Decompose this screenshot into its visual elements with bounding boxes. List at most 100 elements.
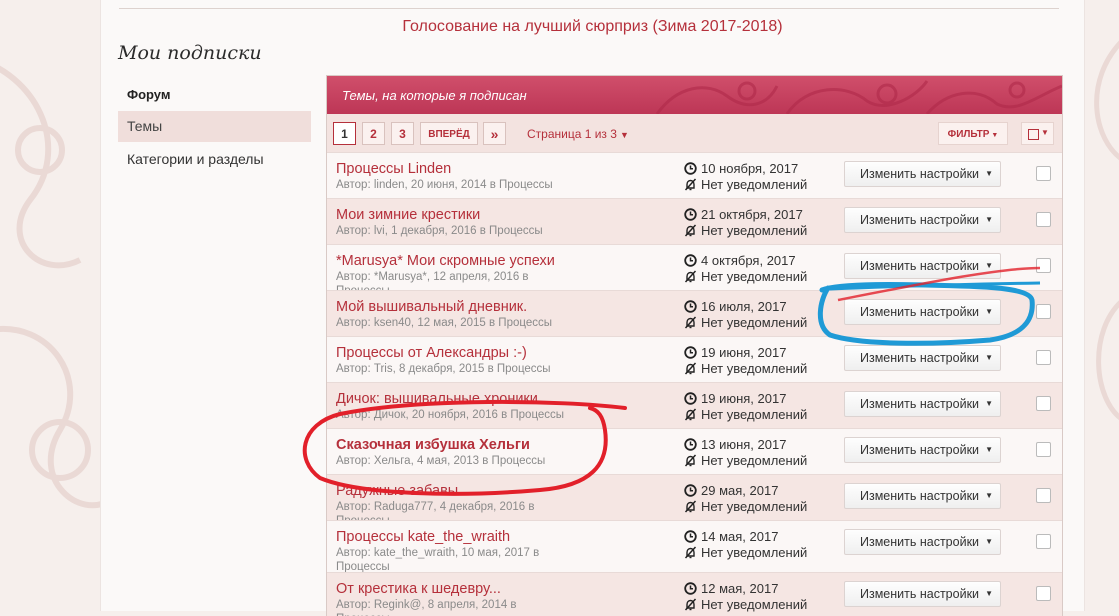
caret-down-icon: ▼: [985, 307, 993, 316]
last-post-date: 19 июня, 2017: [684, 391, 786, 406]
clock-icon: [684, 162, 697, 175]
sidebar-item-topics[interactable]: Темы: [118, 111, 311, 142]
change-settings-button[interactable]: Изменить настройки ▼: [844, 253, 1001, 279]
bell-slash-icon: [684, 178, 697, 191]
change-settings-label: Изменить настройки: [860, 489, 980, 503]
thread-meta: Автор: Regink@, 8 апреля, 2014 в Процесс…: [336, 599, 517, 616]
notification-status: Нет уведомлений: [684, 453, 807, 468]
row-checkbox[interactable]: [1036, 258, 1051, 273]
notification-status: Нет уведомлений: [684, 223, 807, 238]
change-settings-label: Изменить настройки: [860, 213, 980, 227]
date-text: 19 июня, 2017: [701, 391, 787, 406]
thread-title-link[interactable]: Сказочная избушка Хельги: [336, 437, 530, 453]
page-3-button[interactable]: 3: [391, 122, 414, 145]
thread-meta: Автор: linden, 20 июня, 2014 в Процессы: [336, 179, 553, 191]
thread-title-link[interactable]: Процессы Linden: [336, 161, 451, 177]
thread-title-link[interactable]: От крестика к шедевру...: [336, 581, 501, 597]
filter-button[interactable]: ФИЛЬТР ▼: [938, 122, 1008, 145]
caret-down-icon: ▼: [985, 399, 993, 408]
change-settings-button[interactable]: Изменить настройки ▼: [844, 391, 1001, 417]
row-checkbox[interactable]: [1036, 534, 1051, 549]
change-settings-button[interactable]: Изменить настройки ▼: [844, 207, 1001, 233]
thread-meta: Автор: ksen40, 12 мая, 2015 в Процессы: [336, 317, 552, 329]
page-title: Мои подписки: [118, 42, 262, 64]
thread-title-link[interactable]: Мой вышивальный дневник.: [336, 299, 527, 315]
thread-meta: Автор: lvi, 1 декабря, 2016 в Процессы: [336, 225, 543, 237]
change-settings-button[interactable]: Изменить настройки ▼: [844, 299, 1001, 325]
change-settings-button[interactable]: Изменить настройки ▼: [844, 161, 1001, 187]
date-text: 21 октября, 2017: [701, 207, 803, 222]
row-checkbox[interactable]: [1036, 442, 1051, 457]
date-text: 16 июля, 2017: [701, 299, 787, 314]
announcement-link[interactable]: Голосование на лучший сюрприз (Зима 2017…: [101, 18, 1084, 36]
thread-title-link[interactable]: Дичок: вышивальные хроники: [336, 391, 538, 407]
notification-status: Нет уведомлений: [684, 407, 807, 422]
change-settings-label: Изменить настройки: [860, 305, 980, 319]
change-settings-button[interactable]: Изменить настройки ▼: [844, 581, 1001, 607]
notification-status: Нет уведомлений: [684, 499, 807, 514]
thread-meta: Автор: Хельга, 4 мая, 2013 в Процессы: [336, 455, 546, 467]
divider: [119, 8, 1059, 9]
thread-title-link[interactable]: *Marusya* Мои скромные успехи: [336, 253, 555, 269]
notif-text: Нет уведомлений: [701, 361, 808, 376]
page-2-button[interactable]: 2: [362, 122, 385, 145]
last-post-date: 14 мая, 2017: [684, 529, 778, 544]
select-all-dropdown[interactable]: ▼: [1021, 122, 1054, 145]
thread-title-link[interactable]: Процессы kate_the_wraith: [336, 529, 510, 545]
date-text: 4 октября, 2017: [701, 253, 796, 268]
caret-down-icon: ▼: [1041, 128, 1049, 137]
notif-text: Нет уведомлений: [701, 177, 808, 192]
row-checkbox[interactable]: [1036, 166, 1051, 181]
caret-down-icon: ▼: [985, 445, 993, 454]
clock-icon: [684, 254, 697, 267]
sidebar-heading: Форум: [127, 87, 171, 102]
notif-text: Нет уведомлений: [701, 315, 808, 330]
filter-label: ФИЛЬТР: [947, 129, 990, 140]
row-checkbox[interactable]: [1036, 488, 1051, 503]
notification-status: Нет уведомлений: [684, 315, 807, 330]
next-page-button[interactable]: ВПЕРЁД: [420, 122, 478, 145]
row-checkbox[interactable]: [1036, 586, 1051, 601]
panel-title: Темы, на которые я подписан: [342, 88, 527, 103]
thread-row: Процессы kate_the_wraith Автор: kate_the_…: [327, 520, 1062, 573]
thread-title-link[interactable]: Мои зимние крестики: [336, 207, 480, 223]
clock-icon: [684, 582, 697, 595]
main-content: Голосование на лучший сюрприз (Зима 2017…: [100, 0, 1085, 616]
change-settings-label: Изменить настройки: [860, 351, 980, 365]
thread-title-link[interactable]: Радужные забавы: [336, 483, 458, 499]
notif-text: Нет уведомлений: [701, 269, 808, 284]
caret-down-icon: ▼: [985, 353, 993, 362]
thread-row: Сказочная избушка Хельги Автор: Хельга, 4…: [327, 428, 1062, 474]
bell-slash-icon: [684, 454, 697, 467]
page-1-button[interactable]: 1: [333, 122, 356, 145]
thread-list: Процессы Linden Автор: linden, 20 июня, 2…: [327, 152, 1062, 616]
change-settings-label: Изменить настройки: [860, 397, 980, 411]
bell-slash-icon: [684, 224, 697, 237]
clock-icon: [684, 208, 697, 221]
bell-slash-icon: [684, 500, 697, 513]
row-checkbox[interactable]: [1036, 350, 1051, 365]
row-checkbox[interactable]: [1036, 396, 1051, 411]
row-checkbox[interactable]: [1036, 212, 1051, 227]
last-post-date: 13 июня, 2017: [684, 437, 786, 452]
date-text: 19 июня, 2017: [701, 345, 787, 360]
caret-down-icon: ▼: [985, 589, 993, 598]
thread-title-link[interactable]: Процессы от Александры :-): [336, 345, 527, 361]
caret-down-icon: ▼: [985, 261, 993, 270]
change-settings-button[interactable]: Изменить настройки ▼: [844, 345, 1001, 371]
bell-slash-icon: [684, 408, 697, 421]
change-settings-button[interactable]: Изменить настройки ▼: [844, 483, 1001, 509]
page-info-dropdown[interactable]: Страница 1 из 3 ▼: [527, 127, 629, 141]
page-info-label: Страница 1 из 3: [527, 127, 617, 141]
last-page-button[interactable]: »: [483, 122, 506, 145]
change-settings-button[interactable]: Изменить настройки ▼: [844, 529, 1001, 555]
change-settings-button[interactable]: Изменить настройки ▼: [844, 437, 1001, 463]
notif-text: Нет уведомлений: [701, 223, 808, 238]
notif-text: Нет уведомлений: [701, 453, 808, 468]
thread-meta: Автор: kate_the_wraith, 10 мая, 2017 в П…: [336, 547, 540, 573]
notification-status: Нет уведомлений: [684, 361, 807, 376]
sidebar-item-categories[interactable]: Категории и разделы: [118, 144, 311, 175]
notification-status: Нет уведомлений: [684, 269, 807, 284]
row-checkbox[interactable]: [1036, 304, 1051, 319]
notif-text: Нет уведомлений: [701, 597, 808, 612]
